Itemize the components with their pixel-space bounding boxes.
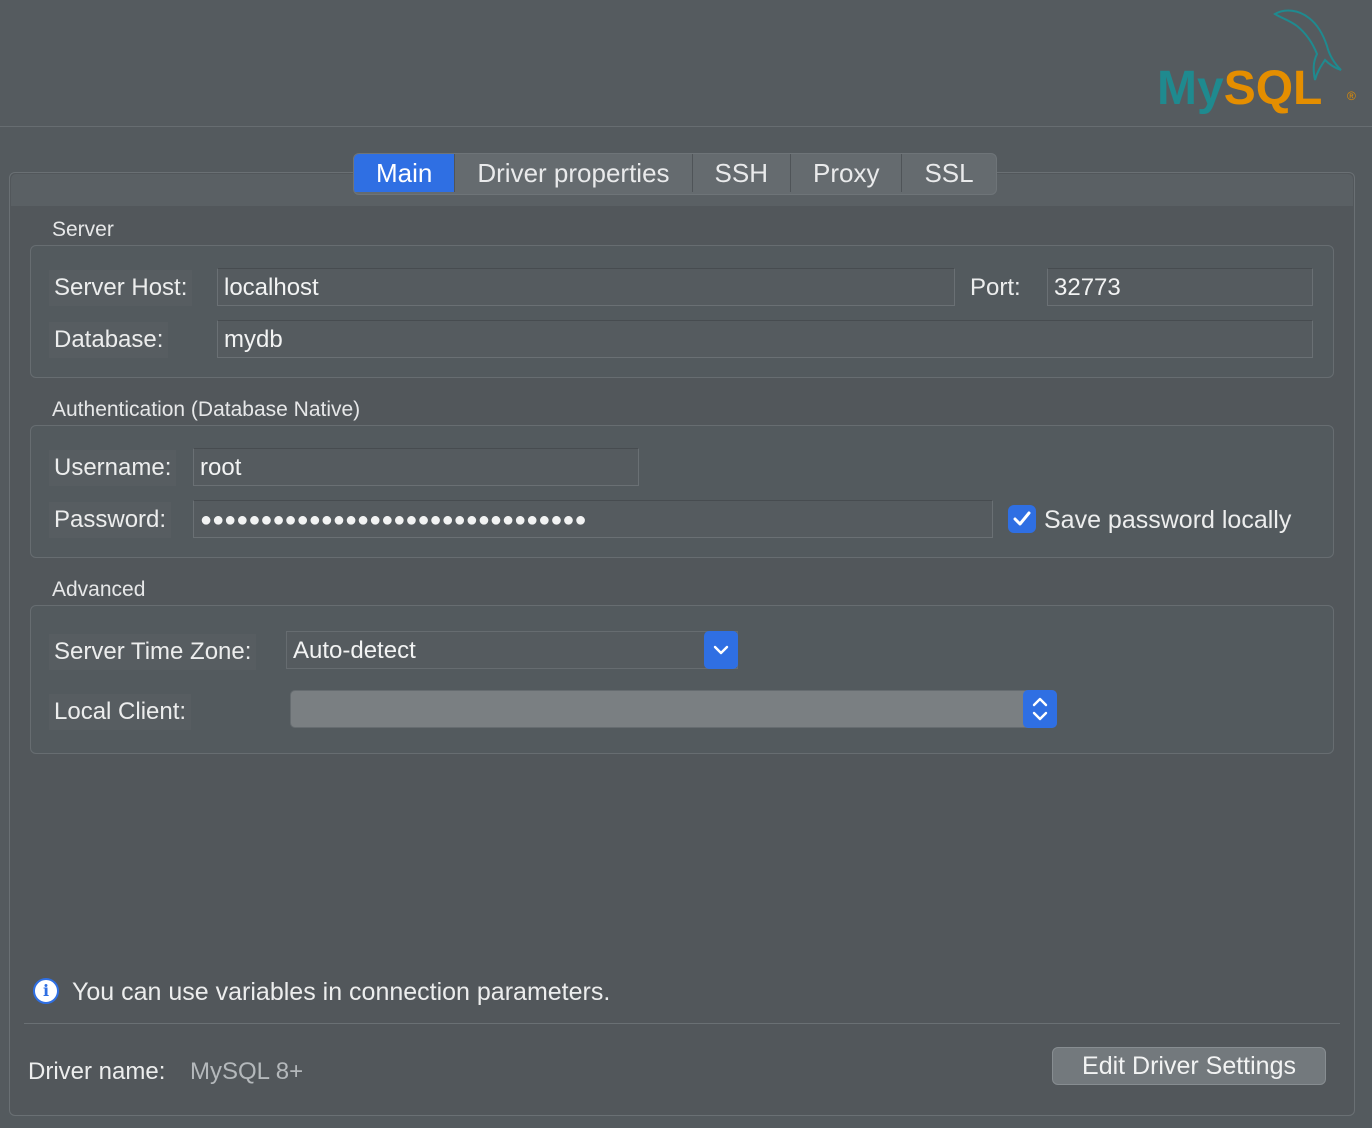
tab-driver-properties[interactable]: Driver properties	[454, 154, 691, 192]
advanced-group	[30, 605, 1334, 754]
database-input[interactable]: mydb	[217, 320, 1313, 358]
tab-bar: Main Driver properties SSH Proxy SSL	[353, 153, 997, 195]
timezone-select[interactable]: Auto-detect	[286, 631, 738, 669]
database-label: Database:	[49, 322, 169, 358]
tab-ssh[interactable]: SSH	[691, 154, 790, 192]
tab-proxy[interactable]: Proxy	[790, 154, 901, 192]
tab-main[interactable]: Main	[354, 154, 455, 192]
logo-text-sql: SQL	[1224, 62, 1323, 114]
local-client-select[interactable]	[290, 690, 1057, 728]
checkmark-icon	[1013, 511, 1031, 526]
server-host-label: Server Host:	[49, 270, 193, 306]
auth-section-title: Authentication (Database Native)	[52, 398, 361, 421]
timezone-label: Server Time Zone:	[49, 634, 257, 670]
logo-text-my: My	[1157, 62, 1224, 114]
info-icon: i	[33, 978, 59, 1004]
header-bar: MySQL ®	[0, 0, 1372, 127]
edit-driver-settings-button[interactable]: Edit Driver Settings	[1052, 1047, 1326, 1085]
mysql-logo: MySQL ®	[1157, 9, 1356, 114]
local-client-label: Local Client:	[49, 694, 192, 730]
variables-info-text: You can use variables in connection para…	[72, 978, 611, 1006]
port-label: Port:	[970, 274, 1021, 301]
server-section-title: Server	[52, 218, 114, 241]
chevron-down-icon[interactable]	[704, 631, 738, 669]
driver-name-value: MySQL 8+	[190, 1058, 304, 1085]
up-down-chevron-icon[interactable]	[1023, 690, 1057, 728]
username-input[interactable]: root	[193, 448, 639, 486]
username-label: Username:	[49, 450, 177, 486]
password-input[interactable]: ●●●●●●●●●●●●●●●●●●●●●●●●●●●●●●●●	[193, 500, 993, 538]
password-label: Password:	[49, 502, 172, 538]
port-input[interactable]: 32773	[1047, 268, 1313, 306]
logo-registered: ®	[1347, 89, 1356, 103]
save-password-checkbox[interactable]	[1008, 505, 1036, 533]
advanced-section-title: Advanced	[52, 578, 146, 601]
footer-divider	[24, 1023, 1340, 1024]
save-password-label[interactable]: Save password locally	[1044, 502, 1291, 538]
svg-text:MySQL: MySQL	[1157, 62, 1322, 114]
driver-name-label: Driver name:	[28, 1058, 166, 1085]
tab-ssl[interactable]: SSL	[901, 154, 995, 192]
timezone-value: Auto-detect	[293, 637, 416, 664]
server-host-input[interactable]: localhost	[217, 268, 955, 306]
